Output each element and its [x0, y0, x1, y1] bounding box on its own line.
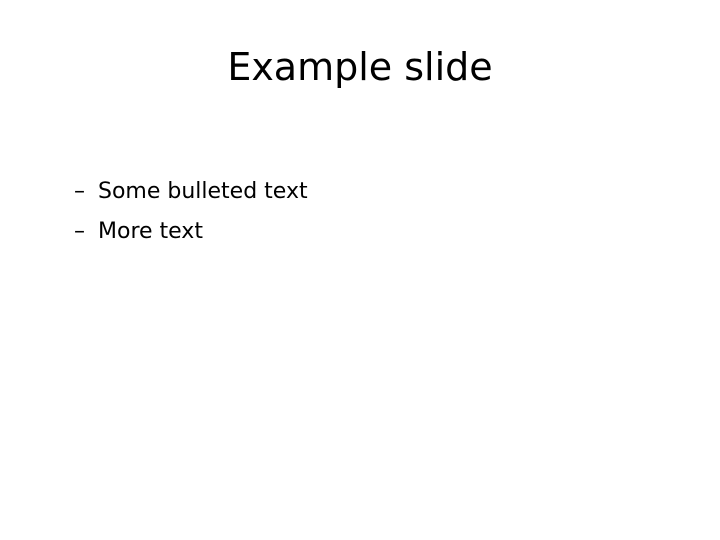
bullet-list: – Some bulleted text – More text: [74, 172, 308, 252]
bullet-text: Some bulleted text: [98, 179, 308, 204]
slide-title: Example slide: [227, 45, 493, 89]
bullet-dash: –: [74, 179, 85, 204]
bullet-text: More text: [98, 219, 203, 244]
bullet-dash: –: [74, 219, 85, 244]
slide: Example slide – Some bulleted text – Mor…: [0, 0, 720, 540]
bullet-item: – More text: [74, 212, 308, 252]
bullet-item: – Some bulleted text: [74, 172, 308, 212]
